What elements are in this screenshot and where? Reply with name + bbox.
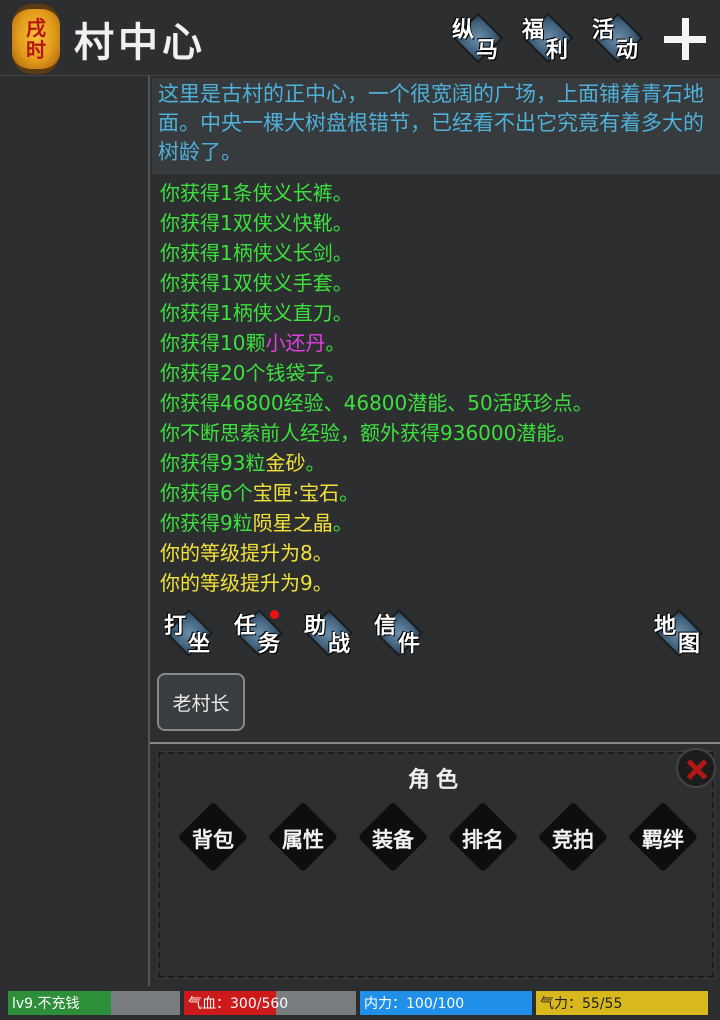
log-text: 。 xyxy=(325,331,346,355)
button-label: 装备 xyxy=(372,827,414,852)
log-line: 你的等级提升为9。 xyxy=(160,568,716,598)
log-text: 你获得20个钱袋子。 xyxy=(160,361,346,385)
location-title: 村中心 xyxy=(74,19,206,66)
qili-bar: 气力：55/55 xyxy=(536,991,708,1015)
log-line: 你获得1双侠义快靴。 xyxy=(160,208,716,238)
button-char: 任 xyxy=(234,613,257,639)
message-log: 你获得1条侠义长裤。 你获得1双侠义快靴。 你获得1柄侠义长剑。 你获得1双侠义手套。… xyxy=(160,178,716,598)
plus-icon[interactable] xyxy=(662,16,708,62)
inventory-button[interactable]: 背包 xyxy=(172,800,252,874)
button-char: 助 xyxy=(304,613,327,639)
neili-bar: 内力：100/100 xyxy=(360,991,532,1015)
log-line: 你获得93粒金砂。 xyxy=(160,448,716,478)
button-char: 信 xyxy=(374,613,397,639)
attributes-button[interactable]: 属性 xyxy=(262,800,342,874)
button-char: 战 xyxy=(328,631,351,657)
hp-text: 气血：300/560 xyxy=(188,996,289,1012)
log-text: 你获得46800经验、46800潜能、50活跃珍点。 xyxy=(160,391,593,415)
log-line: 你获得20个钱袋子。 xyxy=(160,358,716,388)
button-char: 纵 xyxy=(452,17,475,43)
log-text: 你的等级提升为8。 xyxy=(160,541,333,565)
log-text: 陨星之晶 xyxy=(252,511,333,535)
log-line: 你获得46800经验、46800潜能、50活跃珍点。 xyxy=(160,388,716,418)
left-sidebar xyxy=(0,76,150,986)
log-line: 你获得10颗小还丹。 xyxy=(160,328,716,358)
ranking-button[interactable]: 排名 xyxy=(442,800,522,874)
auction-button[interactable]: 竞拍 xyxy=(532,800,612,874)
button-char: 务 xyxy=(258,631,281,657)
button-char: 利 xyxy=(546,37,569,63)
log-line: 你获得1柄侠义长剑。 xyxy=(160,238,716,268)
meditate-button[interactable]: 打 坐 xyxy=(160,606,224,662)
log-text: 你获得9粒 xyxy=(160,511,253,535)
button-label: 竞拍 xyxy=(552,827,594,852)
log-line: 你获得1柄侠义直刀。 xyxy=(160,298,716,328)
neili-text: 内力：100/100 xyxy=(364,996,465,1012)
panel-title: 角色 xyxy=(407,768,464,793)
time-char-1: 戌 xyxy=(26,16,46,40)
equipment-button[interactable]: 装备 xyxy=(352,800,432,874)
quest-button[interactable]: 任 务 xyxy=(230,606,294,662)
log-text: 你获得6个 xyxy=(160,481,253,505)
level-bar: lv9.不充钱 xyxy=(8,991,180,1015)
qili-text: 气力：55/55 xyxy=(540,996,623,1012)
log-text: 你获得1双侠义快靴。 xyxy=(160,211,353,235)
log-text: 。 xyxy=(305,451,326,475)
bond-button[interactable]: 羁绊 xyxy=(622,800,702,874)
close-icon[interactable] xyxy=(676,748,716,788)
log-line: 你的等级提升为8。 xyxy=(160,538,716,568)
button-char: 地 xyxy=(654,613,677,639)
log-text: 你获得10颗 xyxy=(160,331,266,355)
map-button[interactable]: 地 图 xyxy=(650,606,714,662)
header-bar: 戌 时 村中心 纵 马 福 利 活 动 xyxy=(0,0,720,76)
log-text: 你获得1条侠义长裤。 xyxy=(160,181,353,205)
location-description: 这里是古村的正中心，一个很宽阔的广场，上面铺着青石地面。中央一棵大树盘根错节，已… xyxy=(152,78,720,174)
panel-divider xyxy=(150,742,720,744)
button-char: 动 xyxy=(616,37,639,63)
time-char-2: 时 xyxy=(26,38,46,62)
button-label: 背包 xyxy=(192,827,234,852)
log-text: 。 xyxy=(332,511,353,535)
button-label: 羁绊 xyxy=(642,827,684,852)
log-text: 你不断思索前人经验，额外获得936000潜能。 xyxy=(160,421,577,445)
log-text: 你的等级提升为9。 xyxy=(160,571,333,595)
mail-button[interactable]: 信 件 xyxy=(370,606,434,662)
notification-dot-icon xyxy=(270,610,279,619)
log-text: 金砂 xyxy=(265,451,306,475)
welfare-button[interactable]: 福 利 xyxy=(516,8,578,64)
log-text: 宝匣·宝石 xyxy=(252,481,340,505)
level-text: lv9.不充钱 xyxy=(12,996,80,1012)
status-bar: lv9.不充钱 气血：300/560 内力：100/100 气力：55/55 xyxy=(0,988,720,1020)
button-char: 图 xyxy=(678,631,701,657)
npc-village-chief-button[interactable]: 老村长 xyxy=(157,673,245,731)
log-text: 小还丹 xyxy=(265,331,326,355)
log-text: 你获得1柄侠义直刀。 xyxy=(160,301,353,325)
mount-button[interactable]: 纵 马 xyxy=(446,8,508,64)
button-label: 属性 xyxy=(282,827,324,852)
log-text: 你获得93粒 xyxy=(160,451,266,475)
activity-button[interactable]: 活 动 xyxy=(586,8,648,64)
button-char: 打 xyxy=(164,613,187,639)
time-lantern-icon: 戌 时 xyxy=(12,4,60,74)
button-char: 福 xyxy=(522,17,545,43)
hp-bar: 气血：300/560 xyxy=(184,991,356,1015)
log-text: 你获得1双侠义手套。 xyxy=(160,271,353,295)
log-line: 你获得1双侠义手套。 xyxy=(160,268,716,298)
button-char: 坐 xyxy=(188,631,211,657)
button-label: 排名 xyxy=(462,827,504,852)
log-text: 。 xyxy=(339,481,360,505)
log-text: 你获得1柄侠义长剑。 xyxy=(160,241,353,265)
log-line: 你获得1条侠义长裤。 xyxy=(160,178,716,208)
assist-battle-button[interactable]: 助 战 xyxy=(300,606,364,662)
log-line: 你获得6个宝匣·宝石。 xyxy=(160,478,716,508)
button-char: 件 xyxy=(398,631,421,657)
log-line: 你不断思索前人经验，额外获得936000潜能。 xyxy=(160,418,716,448)
log-line: 你获得9粒陨星之晶。 xyxy=(160,508,716,538)
button-char: 活 xyxy=(592,17,615,43)
button-char: 马 xyxy=(476,37,499,63)
